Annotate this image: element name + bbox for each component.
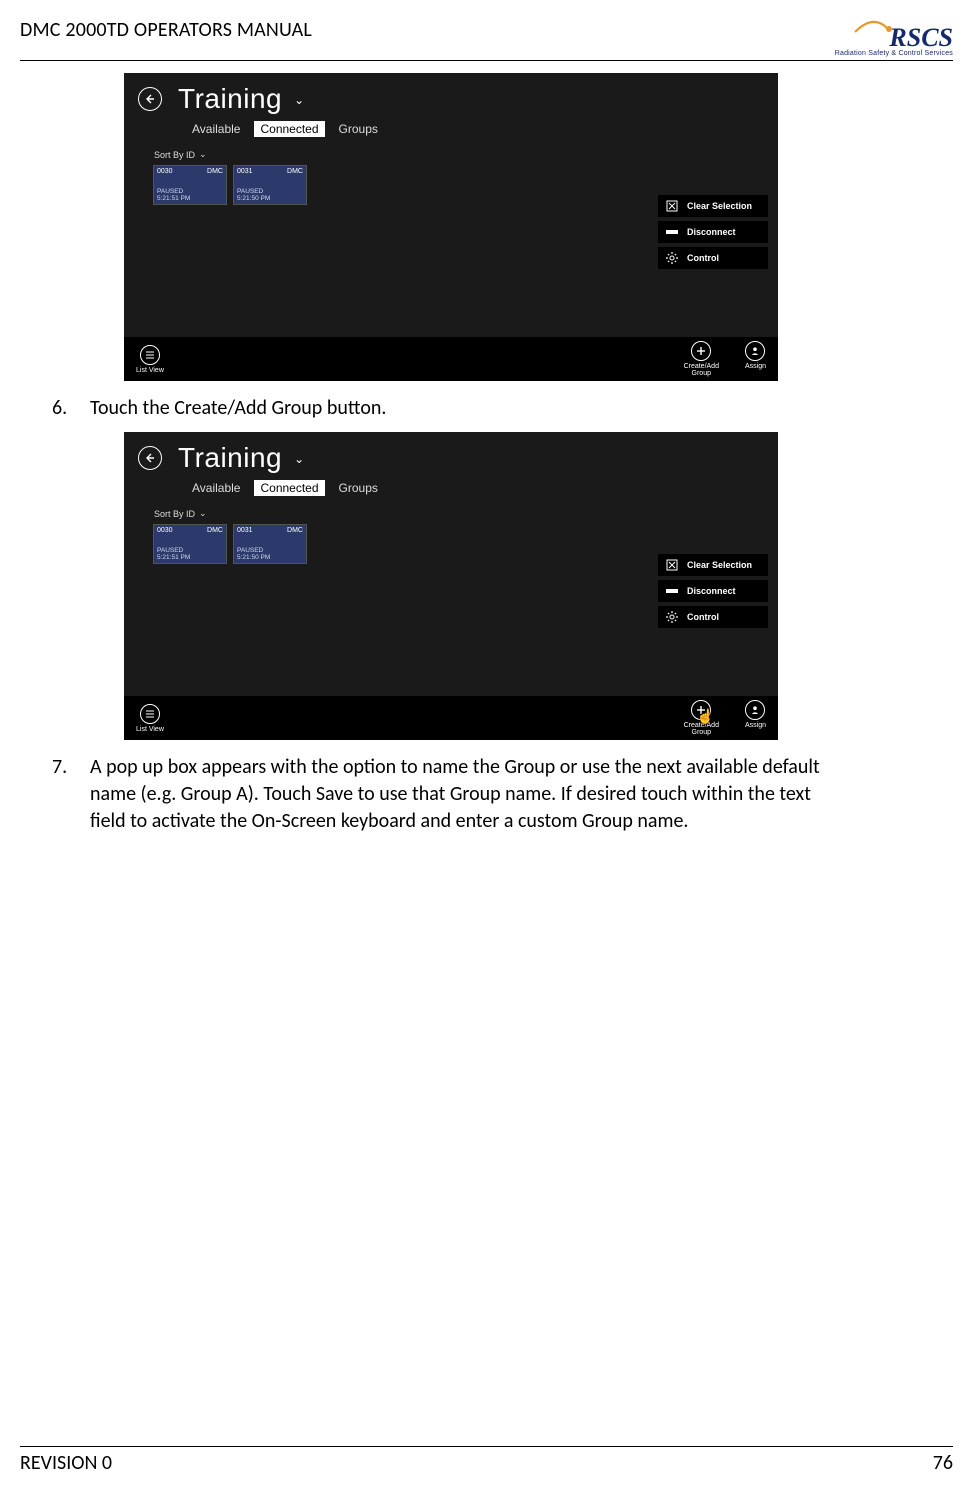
page-footer: REVISION 0 76 [20,1446,953,1475]
page-header: DMC 2000TD OPERATORS MANUAL RSCS Radiati… [20,18,953,61]
step-number: 6. [52,395,74,422]
step-text: A pop up box appears with the option to … [90,754,847,835]
device-tile[interactable]: 0030DMC PAUSED5:21:51 PM [154,166,226,204]
create-add-group-button[interactable]: Create/Add Group [684,341,719,377]
disconnect-icon [665,584,679,598]
device-tile[interactable]: 0031DMC PAUSED5:21:50 PM [234,166,306,204]
person-icon [745,700,765,720]
page-body: Training⌄ Available Connected Groups Sor… [20,73,953,835]
step-6: 6. Touch the Create/Add Group button. [52,395,847,422]
gear-icon [665,610,679,624]
logo-text: RSCS [889,23,953,52]
touch-hand-icon: ☝ [697,708,714,725]
list-view-button[interactable]: List View [136,345,164,374]
clear-selection-button[interactable]: Clear Selection [658,554,768,576]
screen-title: Training⌄ [178,442,305,474]
tabs: Available Connected Groups [124,480,778,502]
disconnect-button[interactable]: Disconnect [658,221,768,243]
chevron-down-icon[interactable]: ⌄ [294,452,305,466]
gear-icon [665,251,679,265]
step-number: 7. [52,754,74,835]
chevron-down-icon[interactable]: ⌄ [294,93,305,107]
back-button[interactable] [138,87,162,111]
logo-subtext: Radiation Safety & Control Services [835,51,953,57]
document-title: DMC 2000TD OPERATORS MANUAL [20,18,312,42]
disconnect-icon [665,225,679,239]
company-logo: RSCS Radiation Safety & Control Services [835,18,953,56]
plus-icon [691,341,711,361]
plus-icon: ☝ [691,700,711,720]
tab-available[interactable]: Available [192,481,240,495]
assign-button[interactable]: Assign [745,700,766,729]
list-icon [140,345,160,365]
bottom-bar: List View Create/Add Group Assig [124,337,778,381]
clear-icon [665,558,679,572]
list-view-button[interactable]: List View [136,704,164,733]
device-tile[interactable]: 0031DMC PAUSED5:21:50 PM [234,525,306,563]
screen-title: Training⌄ [178,83,305,115]
bottom-bar: List View ☝ Create/Add Group [124,696,778,740]
list-icon [140,704,160,724]
tab-available[interactable]: Available [192,122,240,136]
clear-icon [665,199,679,213]
device-tile[interactable]: 0030DMC PAUSED5:21:51 PM [154,525,226,563]
assign-button[interactable]: Assign [745,341,766,370]
chevron-down-icon: ⌄ [199,508,207,519]
step-text: Touch the Create/Add Group button. [90,395,386,422]
control-button[interactable]: Control [658,606,768,628]
sort-control[interactable]: Sort By ID ⌄ [124,502,778,523]
clear-selection-button[interactable]: Clear Selection [658,195,768,217]
disconnect-button[interactable]: Disconnect [658,580,768,602]
tab-groups[interactable]: Groups [339,481,378,495]
step-7: 7. A pop up box appears with the option … [52,754,847,835]
tab-connected[interactable]: Connected [254,121,324,137]
sort-control[interactable]: Sort By ID ⌄ [124,143,778,164]
screenshot-1: Training⌄ Available Connected Groups Sor… [124,73,847,381]
tab-groups[interactable]: Groups [339,122,378,136]
back-button[interactable] [138,446,162,470]
create-add-group-button[interactable]: ☝ Create/Add Group [684,700,719,736]
tab-connected[interactable]: Connected [254,480,324,496]
tabs: Available Connected Groups [124,121,778,143]
screenshot-2: Training⌄ Available Connected Groups Sor… [124,432,847,740]
control-button[interactable]: Control [658,247,768,269]
person-icon [745,341,765,361]
chevron-down-icon: ⌄ [199,149,207,160]
page-number: 76 [933,1451,953,1475]
revision-label: REVISION 0 [20,1451,112,1475]
